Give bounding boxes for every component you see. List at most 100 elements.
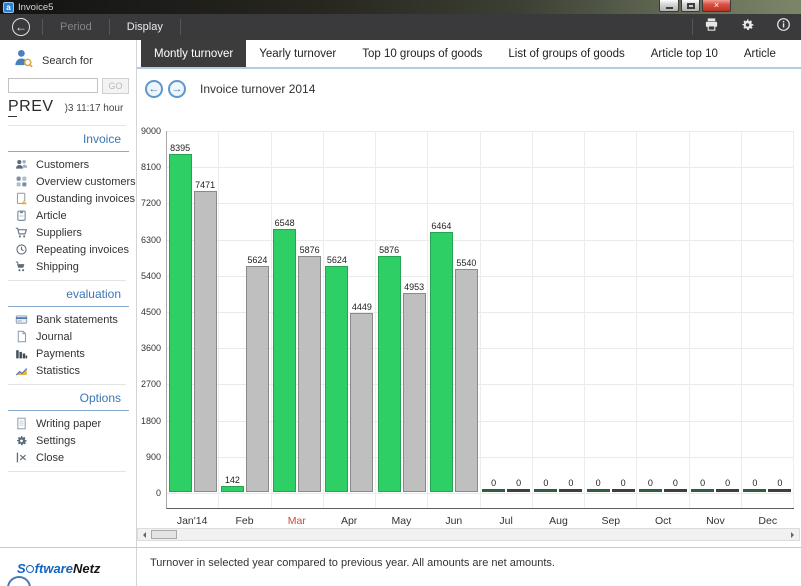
tab-top-10-groups-of-goods[interactable]: Top 10 groups of goods — [349, 40, 495, 67]
sidebar-item-label: Suppliers — [36, 227, 82, 239]
chart-plot-area: 8395747114256246548587656244449587649536… — [166, 131, 794, 509]
sidebar-item-close[interactable]: Close — [0, 449, 136, 466]
main-content: Montly turnoverYearly turnoverTop 10 gro… — [137, 40, 801, 586]
tab-article-top-10[interactable]: Article top 10 — [638, 40, 731, 67]
period-display: PREV )3 11:17 hour — [8, 98, 136, 116]
toolbar-display-button[interactable]: Display — [110, 21, 180, 33]
scrollbar-track[interactable] — [177, 529, 786, 540]
section-title[interactable]: Invoice — [83, 132, 121, 146]
bank-statements-icon — [14, 313, 28, 327]
bar-pair: 64645540 — [428, 221, 479, 492]
bar-previous-year-oct: 0 — [664, 478, 687, 492]
sidebar-item-statistics[interactable]: Statistics — [0, 362, 136, 379]
horizontal-scrollbar[interactable] — [137, 528, 800, 541]
sidebar-item-oustanding-invoices[interactable]: Oustanding invoices — [0, 190, 136, 207]
suppliers-icon — [14, 226, 28, 240]
titlebar: a Invoice5 × — [0, 0, 801, 14]
x-axis-labels: Jan'14FebMarAprMayJunJulAugSepOctNovDec — [166, 515, 794, 527]
chart-header: ← → Invoice turnover 2014 — [145, 80, 315, 98]
bar — [507, 489, 530, 492]
sidebar-item-label: Customers — [36, 159, 89, 171]
month-column-sep: 00 — [585, 131, 637, 508]
sidebar-item-article[interactable]: Article — [0, 207, 136, 224]
toolbar-period-button[interactable]: Period — [43, 21, 109, 33]
back-arrow-icon: ← — [15, 20, 27, 34]
bar — [534, 489, 557, 492]
minimize-button[interactable] — [659, 0, 679, 12]
article-icon — [14, 209, 28, 223]
journal-icon — [14, 330, 28, 344]
toolbar-right-group — [692, 14, 801, 40]
tab-montly-turnover[interactable]: Montly turnover — [141, 40, 246, 67]
bar-value-label: 5624 — [327, 255, 347, 265]
bar-value-label: 0 — [516, 478, 521, 488]
chart-next-arrow-icon: → — [172, 83, 183, 95]
scroll-left-arrow[interactable] — [138, 529, 151, 540]
bar-previous-year-may: 4953 — [403, 282, 426, 492]
x-axis-label-may: May — [375, 515, 427, 527]
gear-icon — [740, 17, 755, 37]
tab-article[interactable]: Article — [731, 40, 789, 67]
bar-value-label: 0 — [568, 478, 573, 488]
settings-gear-button[interactable] — [729, 14, 765, 40]
bar-value-label: 0 — [725, 478, 730, 488]
bar-pair: 83957471 — [167, 143, 218, 492]
bar — [612, 489, 635, 492]
tab-list-of-groups-of-goods[interactable]: List of groups of goods — [495, 40, 637, 67]
logo-text: Netz — [73, 561, 100, 576]
search-person-icon — [12, 47, 34, 74]
bar-value-label: 4449 — [352, 302, 372, 312]
statistics-icon — [14, 364, 28, 378]
x-axis-label-jun: Jun — [428, 515, 480, 527]
sidebar-item-overview-customers[interactable]: Overview customers — [0, 173, 136, 190]
search-input[interactable] — [8, 78, 98, 93]
sidebar-item-settings[interactable]: Settings — [0, 432, 136, 449]
sidebar-item-payments[interactable]: Payments — [0, 345, 136, 362]
bar-value-label: 5876 — [379, 245, 399, 255]
month-column-apr: 5624 4449 — [324, 131, 376, 508]
sidebar-item-bank-statements[interactable]: Bank statements — [0, 311, 136, 328]
bar-previous-year-sep: 0 — [612, 478, 635, 492]
bar-value-label: 0 — [491, 478, 496, 488]
bar-value-label: 0 — [752, 478, 757, 488]
bar-2014-aug: 0 — [534, 478, 557, 492]
sidebar-item-writing-paper[interactable]: Writing paper — [0, 415, 136, 432]
bar-2014-mar: 6548 — [273, 218, 296, 492]
chart-next-button[interactable]: → — [168, 80, 186, 98]
toolbar: ← Period Display — [0, 14, 801, 40]
section-title[interactable]: Options — [80, 391, 121, 405]
bar — [587, 489, 610, 492]
scrollbar-thumb[interactable] — [151, 530, 177, 539]
bar-pair: 00 — [481, 478, 532, 492]
y-axis-tick-label: 7200 — [141, 198, 161, 208]
sidebar-item-shipping[interactable]: Shipping — [0, 258, 136, 275]
bar-value-label: 0 — [673, 478, 678, 488]
sidebar-item-repeating-invoices[interactable]: Repeating invoices — [0, 241, 136, 258]
back-button[interactable]: ← — [12, 18, 30, 36]
window-close-button[interactable]: × — [702, 0, 731, 12]
sidebar-item-journal[interactable]: Journal — [0, 328, 136, 345]
sidebar-item-customers[interactable]: Customers — [0, 156, 136, 173]
section-title[interactable]: evaluation — [66, 287, 121, 301]
window-controls: × — [659, 0, 731, 12]
bar-pair: 5876 4953 — [376, 245, 427, 492]
x-axis-label-jan-14: Jan'14 — [166, 515, 218, 527]
go-button[interactable]: GO — [102, 78, 129, 94]
y-axis-tick-label: 2700 — [141, 379, 161, 389]
info-button[interactable] — [765, 14, 801, 40]
sidebar-item-suppliers[interactable]: Suppliers — [0, 224, 136, 241]
softwarenetz-logo: SftwareNetz — [17, 561, 100, 576]
maximize-button[interactable] — [681, 0, 700, 12]
footer-divider — [0, 547, 801, 548]
payments-icon — [14, 347, 28, 361]
customers-icon — [14, 158, 28, 172]
minimize-icon — [666, 7, 673, 9]
print-button[interactable] — [693, 14, 729, 40]
scroll-right-arrow[interactable] — [786, 529, 799, 540]
logo-text: S — [17, 561, 26, 576]
tab-customers[interactable]: Customers — [789, 40, 801, 67]
month-column-may: 5876 4953 — [376, 131, 428, 508]
tab-yearly-turnover[interactable]: Yearly turnover — [246, 40, 349, 67]
bar-2014-jan-14: 8395 — [169, 143, 192, 492]
chart-prev-button[interactable]: ← — [145, 80, 163, 98]
